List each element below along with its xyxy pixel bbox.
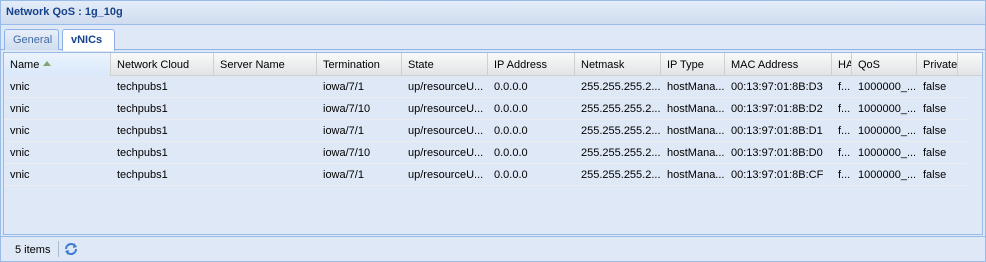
cell-state: up/resourceU... <box>408 125 484 137</box>
cell-network-cloud: techpubs1 <box>117 147 168 159</box>
cell-name: vnic <box>10 147 30 159</box>
tab-general[interactable]: General <box>4 29 59 50</box>
cell-ha: f... <box>838 81 851 93</box>
cell-netmask: 255.255.255.2... <box>581 147 661 159</box>
cell-mac-address: 00:13:97:01:8B:CF <box>731 169 824 181</box>
cell-netmask: 255.255.255.2... <box>581 125 661 137</box>
grid-footer: 5 items <box>1 236 985 261</box>
cell-state: up/resourceU... <box>408 81 484 93</box>
cell-state: up/resourceU... <box>408 169 484 181</box>
cell-ip-type: hostMana... <box>667 169 725 181</box>
table-row[interactable]: vnic techpubs1 iowa/7/1 up/resourceU... 0.0.… <box>4 121 966 142</box>
column-header-mac-address[interactable]: MAC Address <box>725 53 832 76</box>
cell-network-cloud: techpubs1 <box>117 125 168 137</box>
qos-panel: Network QoS : 1g_10g General vNICs Name … <box>0 0 986 262</box>
column-header-state[interactable]: State <box>402 53 488 76</box>
cell-netmask: 255.255.255.2... <box>581 81 661 93</box>
column-header-ip-address[interactable]: IP Address <box>488 53 575 76</box>
cell-server-name <box>214 99 317 120</box>
table-row[interactable]: vnic techpubs1 iowa/7/1 up/resourceU... 0.0.… <box>4 165 966 186</box>
cell-qos: 1000000_... <box>858 147 917 159</box>
column-header-netmask[interactable]: Netmask <box>575 53 661 76</box>
cell-qos: 1000000_... <box>858 103 917 115</box>
cell-name: vnic <box>10 103 30 115</box>
column-header-label: Name <box>10 59 40 71</box>
column-header-private[interactable]: Private <box>917 53 958 76</box>
tab-vnics[interactable]: vNICs <box>62 29 115 51</box>
table-row[interactable]: vnic techpubs1 iowa/7/1 up/resourceU... 0.0.… <box>4 77 966 98</box>
cell-name: vnic <box>10 169 30 181</box>
table-row[interactable]: vnic techpubs1 iowa/7/10 up/resourceU... 0.0… <box>4 99 966 120</box>
table-row[interactable]: vnic techpubs1 iowa/7/10 up/resourceU... 0.0… <box>4 143 966 164</box>
cell-termination: iowa/7/1 <box>323 81 364 93</box>
cell-name: vnic <box>10 81 30 93</box>
cell-ip-address: 0.0.0.0 <box>494 103 528 115</box>
column-header-ip-type[interactable]: IP Type <box>661 53 725 76</box>
cell-private: false <box>923 103 947 115</box>
grid-header: Name Network Cloud Server Name Terminati… <box>4 53 982 76</box>
cell-ip-address: 0.0.0.0 <box>494 147 528 159</box>
cell-server-name <box>214 121 317 142</box>
cell-ip-type: hostMana... <box>667 147 725 159</box>
cell-server-name <box>214 77 317 98</box>
toolbar-separator <box>58 241 59 257</box>
column-header-network-cloud[interactable]: Network Cloud <box>111 53 214 76</box>
refresh-icon[interactable] <box>63 241 79 257</box>
cell-state: up/resourceU... <box>408 103 484 115</box>
cell-private: false <box>923 81 947 93</box>
item-count: 5 items <box>15 244 51 256</box>
cell-ip-type: hostMana... <box>667 125 725 137</box>
cell-ha: f... <box>838 169 851 181</box>
cell-state: up/resourceU... <box>408 147 484 159</box>
cell-qos: 1000000_... <box>858 169 917 181</box>
cell-qos: 1000000_... <box>858 125 917 137</box>
cell-ha: f... <box>838 147 851 159</box>
cell-mac-address: 00:13:97:01:8B:D1 <box>731 125 823 137</box>
cell-termination: iowa/7/10 <box>323 147 371 159</box>
sort-ascending-icon <box>43 61 52 66</box>
cell-network-cloud: techpubs1 <box>117 169 168 181</box>
vnics-grid: Name Network Cloud Server Name Terminati… <box>3 52 983 235</box>
cell-mac-address: 00:13:97:01:8B:D3 <box>731 81 823 93</box>
cell-mac-address: 00:13:97:01:8B:D0 <box>731 147 823 159</box>
cell-server-name <box>214 165 317 186</box>
column-header-server-name[interactable]: Server Name <box>214 53 317 76</box>
cell-ip-address: 0.0.0.0 <box>494 125 528 137</box>
cell-name: vnic <box>10 125 30 137</box>
column-header-qos[interactable]: QoS <box>852 53 917 76</box>
cell-netmask: 255.255.255.2... <box>581 103 661 115</box>
cell-termination: iowa/7/1 <box>323 125 364 137</box>
cell-ha: f... <box>838 125 851 137</box>
cell-ip-address: 0.0.0.0 <box>494 169 528 181</box>
column-header-termination[interactable]: Termination <box>317 53 402 76</box>
cell-network-cloud: techpubs1 <box>117 81 168 93</box>
cell-network-cloud: techpubs1 <box>117 103 168 115</box>
cell-ip-address: 0.0.0.0 <box>494 81 528 93</box>
cell-ip-type: hostMana... <box>667 103 725 115</box>
panel-title: Network QoS : 1g_10g <box>1 1 985 25</box>
cell-server-name <box>214 143 317 164</box>
cell-ha: f... <box>838 103 851 115</box>
cell-ip-type: hostMana... <box>667 81 725 93</box>
cell-qos: 1000000_... <box>858 81 917 93</box>
cell-mac-address: 00:13:97:01:8B:D2 <box>731 103 823 115</box>
tab-strip: General vNICs <box>1 26 985 51</box>
cell-private: false <box>923 169 947 181</box>
cell-private: false <box>923 125 947 137</box>
cell-termination: iowa/7/1 <box>323 169 364 181</box>
cell-termination: iowa/7/10 <box>323 103 371 115</box>
cell-private: false <box>923 147 947 159</box>
column-header-name[interactable]: Name <box>4 53 111 76</box>
cell-netmask: 255.255.255.2... <box>581 169 661 181</box>
column-header-ha[interactable]: HA <box>832 53 852 76</box>
